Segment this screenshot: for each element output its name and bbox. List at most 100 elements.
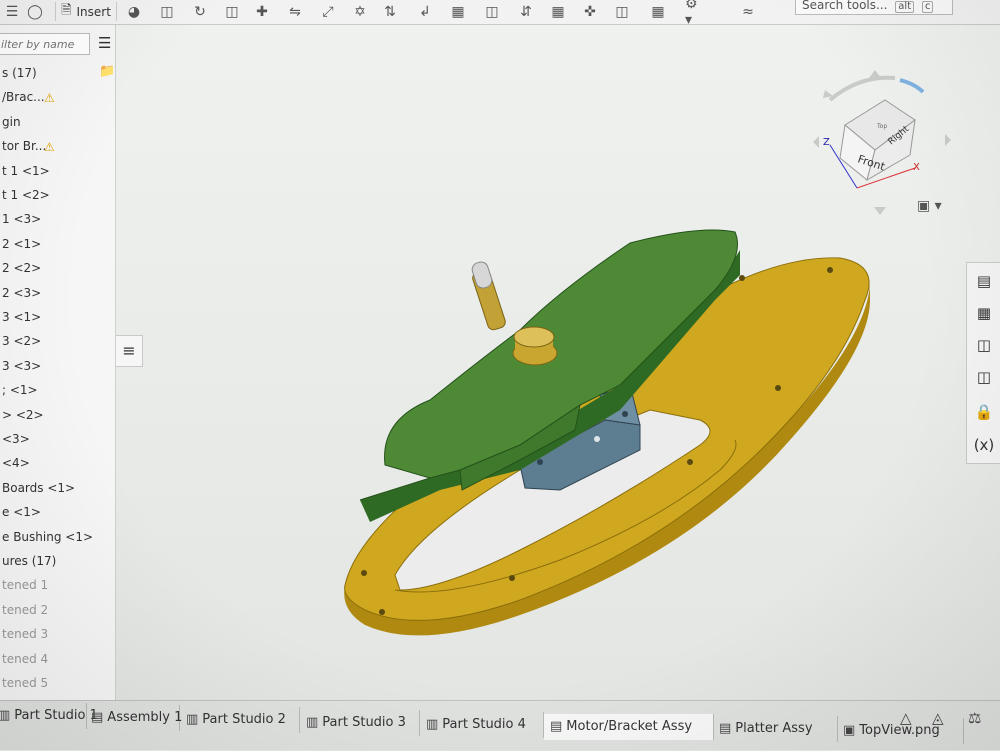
part-studio-icon: ▥	[426, 716, 439, 732]
feature-item[interactable]: tened 4	[0, 649, 48, 669]
tab-item[interactable]: ▤ Platter Assy	[713, 716, 838, 743]
group-icon[interactable]: ▦	[448, 2, 468, 21]
feature-item[interactable]: Boards <1>	[0, 478, 75, 498]
feature-item[interactable]: <3>	[0, 429, 30, 449]
parallel-icon[interactable]: ⇅	[380, 2, 400, 21]
planar-icon[interactable]: ✚	[252, 2, 272, 21]
warning-icon: ⚠	[44, 91, 55, 106]
cylindrical-icon[interactable]: ⇋	[285, 2, 305, 21]
feature-item[interactable]: t 1 <2>	[0, 185, 50, 205]
view-cube-menu[interactable]: ▣ ▾	[917, 198, 951, 218]
properties-icon[interactable]: ▤	[970, 267, 998, 295]
mate-values-icon[interactable]: ◫	[970, 363, 998, 391]
shortcut-key-alt: alt	[895, 1, 915, 13]
feature-item[interactable]: tened 2	[0, 600, 48, 620]
measure-icon[interactable]: ◫	[612, 2, 632, 21]
feature-item[interactable]: ures (17)	[0, 551, 56, 571]
tab-item[interactable]: ▤ Assembly 1	[85, 705, 183, 732]
mate-connector-icon[interactable]: ◕	[124, 2, 144, 21]
feature-item[interactable]: 1 <3>	[0, 209, 41, 229]
pin-slot-icon[interactable]: ⤢	[318, 2, 338, 21]
feature-item[interactable]: s (17)	[0, 63, 37, 83]
feature-item[interactable]: 2 <2>	[0, 258, 41, 278]
list-toggle-icon: ≡	[122, 341, 136, 360]
chevron-down-icon: ▾	[930, 198, 942, 214]
warning-icon: ⚠	[44, 140, 55, 155]
tab-item[interactable]: ▥ Part Studio 3	[300, 709, 420, 736]
tangent-icon[interactable]: ↲	[415, 2, 435, 21]
balance-icon[interactable]: ⚖	[968, 709, 981, 727]
tab-item[interactable]: ▥ Part Studio 2	[180, 707, 300, 734]
ball-icon[interactable]: ✡	[350, 2, 370, 21]
search-tools-input[interactable]: Search tools... alt c	[795, 0, 953, 15]
tab-bar: ▥ Part Studio 1 ▤ Assembly 1 ▥ Part Studio 2 ▥…	[0, 700, 1000, 751]
feature-item[interactable]: > <2>	[0, 405, 44, 425]
feature-item-label: tened 5	[2, 676, 49, 690]
insert-label: Insert	[76, 4, 111, 19]
feature-item-label: /Brac...	[2, 90, 45, 105]
bom-icon[interactable]: ◫	[970, 331, 998, 359]
feature-item[interactable]: 3 <1>	[0, 307, 41, 327]
appearance-icon[interactable]: ▦	[970, 299, 998, 327]
tab-item[interactable]: ▥ Part Studio 1	[0, 703, 98, 729]
explode-icon[interactable]: ▦	[648, 2, 668, 21]
feature-item[interactable]: ; <1>	[0, 380, 38, 400]
feature-item-label: <4>	[2, 456, 30, 471]
add-folder-icon[interactable]: 📁	[99, 64, 115, 79]
feature-item-label: 3 <2>	[2, 334, 42, 349]
feature-item[interactable]: tened 3	[0, 624, 48, 644]
feature-item-label: > <2>	[2, 407, 44, 422]
gear-icon[interactable]: ⚙ ▾	[685, 0, 705, 28]
feature-item-label: e Bushing <1>	[2, 529, 94, 544]
feature-item[interactable]: tor Br... ⚠	[0, 136, 55, 156]
feature-item[interactable]: gin	[0, 112, 21, 132]
display-icon[interactable]: ≈	[738, 2, 758, 21]
variables-icon[interactable]: (x)	[970, 431, 998, 459]
feature-item[interactable]: <4>	[0, 453, 30, 473]
tab-label: Part Studio 4	[442, 716, 526, 732]
feature-item-label: tened 4	[2, 651, 49, 666]
cylinder-icon[interactable]: ◫	[157, 2, 177, 21]
angle-icon[interactable]: ◬	[932, 709, 944, 727]
feature-item[interactable]: 2 <1>	[0, 234, 41, 254]
feature-item[interactable]: t 1 <1>	[0, 161, 50, 181]
tab-label: Motor/Bracket Assy	[566, 719, 693, 734]
insert-icon: 🗎	[61, 2, 72, 18]
feature-item[interactable]: e Bushing <1>	[0, 527, 93, 547]
insert-button[interactable]: 🗎 Insert	[55, 2, 117, 21]
toolbar: ☰ ◯ 🗎 Insert ◕ ◫ ↻ ◫ ✚ ⇋ ⤢ ✡ ⇅ ↲ ▦ ◫ ⇵ ▦…	[0, 0, 1000, 28]
feature-item[interactable]: tened 1	[0, 575, 48, 595]
feature-item[interactable]: e <1>	[0, 502, 41, 522]
relation-icon[interactable]: ✜	[580, 2, 600, 21]
tab-label: Part Studio 3	[322, 714, 406, 730]
cube-icon: ▣	[917, 198, 931, 214]
tab-label: Part Studio 2	[202, 712, 286, 728]
assembly-icon: ▤	[719, 721, 732, 737]
unit-icon[interactable]: △	[900, 709, 912, 727]
pattern-icon[interactable]: ⇵	[516, 2, 536, 21]
tab-label: Assembly 1	[107, 710, 183, 726]
tab-item[interactable]: ▤ Motor/Bracket Assy	[544, 714, 714, 740]
shortcut-key-c: c	[921, 1, 934, 13]
feature-item-label: 1 <3>	[2, 212, 42, 227]
mate-icon[interactable]: ▦	[548, 2, 568, 21]
feature-item-label: 2 <2>	[2, 261, 42, 276]
filter-input[interactable]	[0, 33, 90, 55]
tab-item[interactable]: ▥ Part Studio 4	[420, 711, 544, 738]
lock-icon[interactable]: 🔒	[970, 398, 998, 426]
panel-toggle-button[interactable]: ≡	[116, 335, 143, 367]
revolute-icon[interactable]: ↻	[190, 2, 210, 21]
feature-item[interactable]: tened 5	[0, 673, 48, 693]
feature-item[interactable]: 3 <3>	[0, 356, 41, 376]
list-view-icon[interactable]: ☰	[98, 34, 111, 52]
right-toolbar: ▤ ▦ ◫ ◫ 🔒 (x)	[966, 262, 1000, 464]
feature-item-label: s (17)	[2, 66, 37, 80]
assembly-icon: ▤	[550, 719, 563, 734]
feature-item[interactable]: 3 <2>	[0, 331, 41, 351]
history-icon[interactable]: ◯	[25, 2, 45, 21]
menu-icon[interactable]: ☰	[2, 2, 22, 21]
replicate-icon[interactable]: ◫	[482, 2, 502, 21]
feature-item[interactable]: 2 <3>	[0, 283, 41, 303]
feature-item[interactable]: /Brac... ⚠	[0, 87, 55, 107]
slider-icon[interactable]: ◫	[222, 2, 242, 21]
